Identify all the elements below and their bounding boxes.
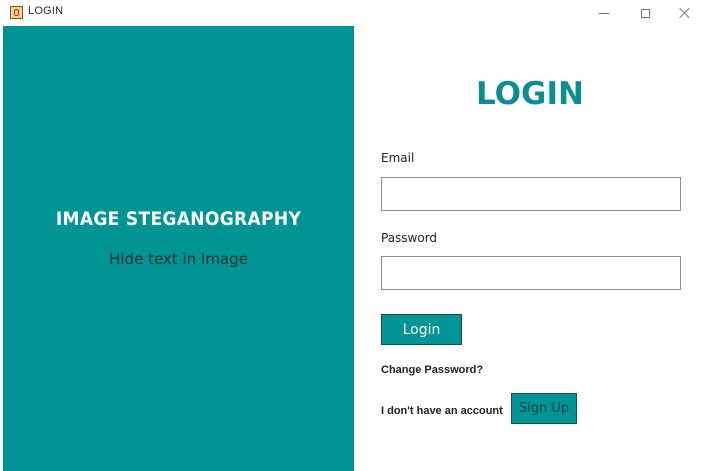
brand-panel: IMAGE STEGANOGRAPHY Hide text in Image [3,26,354,471]
email-field[interactable] [381,177,681,211]
maximize-icon [640,8,650,18]
minimize-button[interactable] [584,1,624,25]
close-icon [679,7,691,19]
close-button[interactable] [665,1,705,25]
login-heading: LOGIN [476,76,584,112]
java-app-icon [10,6,23,19]
minimize-icon [599,12,609,14]
login-button[interactable]: Login [381,314,462,345]
signup-button[interactable]: Sign Up [511,393,577,424]
password-label: Password [381,231,438,245]
window-title: LOGIN [28,5,64,17]
brand-title: IMAGE STEGANOGRAPHY [55,208,302,230]
window-titlebar: LOGIN [0,0,713,26]
password-field[interactable] [381,256,681,290]
email-label: Email [381,151,415,165]
no-account-text: I don't have an account [381,405,503,417]
brand-subtitle: Hide text in Image [109,250,248,268]
maximize-button[interactable] [625,1,665,25]
change-password-link[interactable]: Change Password? [381,364,483,376]
